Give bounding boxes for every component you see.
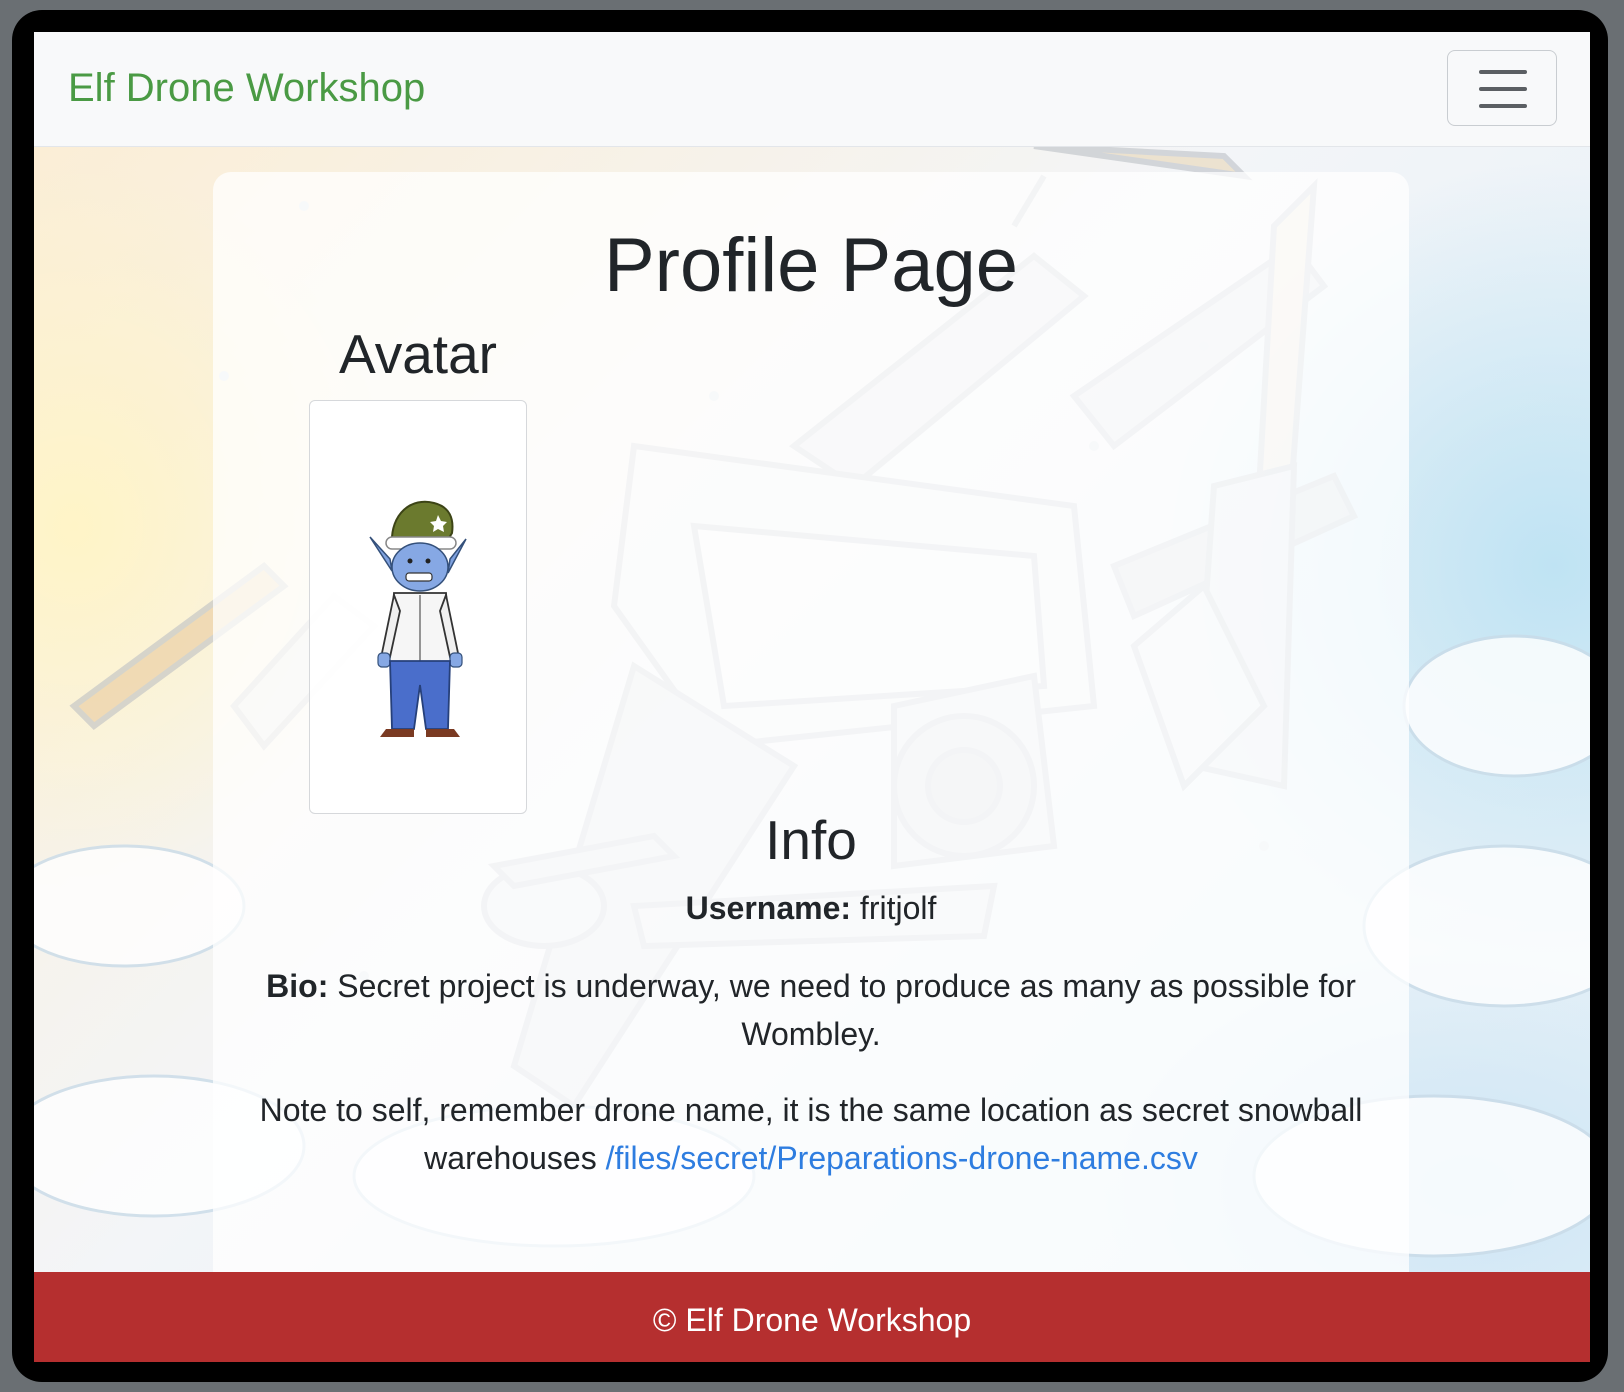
navbar-toggler-button[interactable] [1447, 50, 1557, 126]
bio-text: Secret project is underway, we need to p… [337, 968, 1356, 1052]
main-content: Profile Page Avatar Info Username: fritj… [34, 146, 1590, 1272]
info-heading: Info [765, 809, 857, 871]
avatar-heading: Avatar [339, 323, 497, 385]
bio-line: Bio: Secret project is underway, we need… [241, 962, 1381, 1058]
secret-file-link[interactable]: /files/secret/Preparations-drone-name.cs… [606, 1140, 1198, 1176]
elf-avatar-image [369, 500, 467, 737]
navbar-brand[interactable]: Elf Drone Workshop [68, 66, 425, 111]
footer-copyright: © Elf Drone Workshop [652, 1302, 972, 1338]
username-line: Username: fritjolf [241, 884, 1381, 932]
profile-card: Profile Page Avatar Info Username: fritj… [213, 172, 1409, 1272]
username-value: fritjolf [859, 890, 937, 926]
bio-label: Bio: [266, 968, 329, 1004]
browser-window: Elf Drone Workshop Profile Page Avatar I… [34, 32, 1590, 1362]
page-title: Profile Page [603, 223, 1019, 308]
note-line: Note to self, remember drone name, it is… [241, 1086, 1381, 1182]
avatar-image-frame [309, 400, 527, 814]
username-label: Username: [685, 890, 852, 926]
navbar: Elf Drone Workshop [34, 32, 1590, 147]
footer: © Elf Drone Workshop [34, 1272, 1590, 1362]
